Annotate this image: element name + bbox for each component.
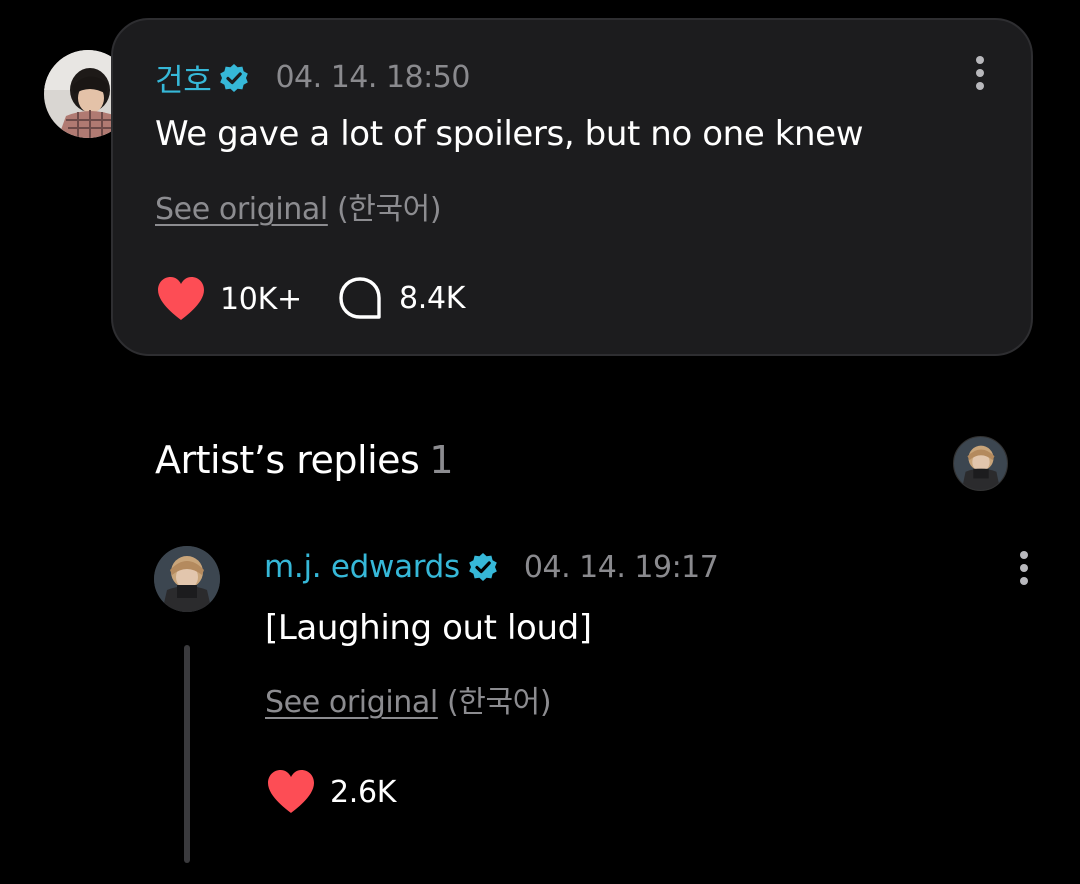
more-dot [976,69,984,77]
reply-avatar-image [154,546,220,612]
more-vertical-icon [1020,551,1028,559]
comment-more-button[interactable] [968,53,992,93]
more-dot [1020,577,1028,585]
reply-see-original: See original (한국어) [265,677,552,721]
reply-text: [Laughing out loud] [265,608,592,648]
heart-icon [158,277,204,320]
original-language-label: (한국어) [336,192,442,227]
comment-bubble-icon [339,277,381,319]
comment-reply-button[interactable]: 8.4K [338,276,465,320]
comment-text: We gave a lot of spoilers, but no one kn… [155,114,864,154]
reply-like-count: 2.6K [330,774,397,810]
reply-author-avatar[interactable] [154,546,220,612]
heart-icon [268,770,314,813]
reply-more-button[interactable] [1012,548,1036,588]
artist-avatar-image [954,437,1007,490]
reply-thread-line [184,645,190,863]
comment-like-count: 10K+ [220,281,302,317]
comment-like-button[interactable]: 10K+ [156,276,302,322]
artist-replies-label: Artist’s replies [155,438,420,482]
original-language-label: (한국어) [446,685,552,720]
artist-replies-title: Artist’s replies 1 [155,438,453,482]
comment-timestamp: 04. 14. 18:50 [275,60,470,95]
artist-reply-avatar-small[interactable] [953,436,1008,491]
more-dot [976,82,984,90]
reply-header: m.j. edwards 04. 14. 19:17 [264,549,719,585]
comment-author-name[interactable]: 건호 [155,55,212,100]
reply-author-name[interactable]: m.j. edwards [264,549,460,585]
comment-reply-count: 8.4K [399,280,466,316]
comment-header: 건호 04. 14. 18:50 [155,55,470,100]
comment-see-original: See original (한국어) [155,184,442,228]
reply-timestamp: 04. 14. 19:17 [523,549,719,585]
artist-replies-count: 1 [429,438,453,482]
see-original-link[interactable]: See original [155,192,328,227]
more-dot [1020,564,1028,572]
comment-thread-screen: 건호 04. 14. 18:50 We gave a lot of spoile… [0,0,1080,884]
verified-badge-icon [469,553,497,581]
verified-badge-icon [220,63,249,92]
see-original-link[interactable]: See original [265,685,438,720]
reply-like-button[interactable]: 2.6K [266,769,396,815]
more-vertical-icon [976,56,984,64]
